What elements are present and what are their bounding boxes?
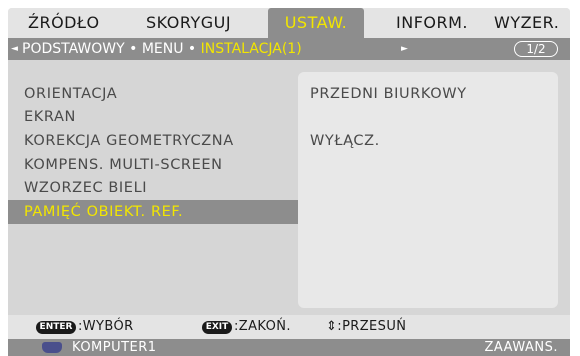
page-indicator: 1/2 xyxy=(514,41,558,57)
menu-body: ORIENTACJA EKRAN KOREKCJA GEOMETRYCZNA K… xyxy=(8,60,570,315)
projector-osd-menu: ŹRÓDŁO SKORYGUJ USTAW. INFORM. WYZER. ◄ … xyxy=(8,8,570,356)
menu-item-kompens-multi-screen[interactable]: KOMPENS. MULTI-SCREEN xyxy=(24,154,223,176)
monitor-icon xyxy=(42,342,62,353)
menu-tabs: ŹRÓDŁO SKORYGUJ USTAW. INFORM. WYZER. xyxy=(8,8,570,38)
right-arrow-icon[interactable]: ► xyxy=(401,38,408,60)
menu-item-pamiec-obiekt-ref[interactable]: PAMIĘĆ OBIEKT. REF. xyxy=(24,201,183,223)
tab-ustaw[interactable]: USTAW. xyxy=(268,8,364,38)
breadcrumb-path: PODSTAWOWY • MENU • INSTALACJA(1) xyxy=(22,38,302,60)
value-panel xyxy=(298,72,558,308)
menu-item-ekran[interactable]: EKRAN xyxy=(24,106,76,128)
tab-skoryguj[interactable]: SKORYGUJ xyxy=(146,8,231,38)
tab-zrodlo[interactable]: ŹRÓDŁO xyxy=(28,8,100,38)
move-help-label: ⇕:PRZESUŃ xyxy=(326,319,407,334)
menu-item-korekcja-geometryczna[interactable]: KOREKCJA GEOMETRYCZNA xyxy=(24,130,234,152)
menu-mode-label: ZAAWANS. xyxy=(484,340,558,355)
menu-item-orientacja[interactable]: ORIENTACJA xyxy=(24,83,117,105)
breadcrumb: ◄ PODSTAWOWY • MENU • INSTALACJA(1) ► 1/… xyxy=(8,38,570,60)
enter-help-label: :WYBÓR xyxy=(78,319,134,334)
breadcrumb-current: INSTALACJA(1) xyxy=(200,41,302,57)
tab-inform[interactable]: INFORM. xyxy=(396,8,468,38)
breadcrumb-prefix: PODSTAWOWY • MENU • xyxy=(22,41,201,57)
exit-help-label: :ZAKOŃ. xyxy=(234,319,291,334)
source-label: KOMPUTER1 xyxy=(72,340,157,355)
menu-item-wzorzec-bieli[interactable]: WZORZEC BIELI xyxy=(24,177,147,199)
enter-key-icon: ENTER xyxy=(36,321,76,334)
value-orientacja: PRZEDNI BIURKOWY xyxy=(310,86,467,102)
value-korekcja-geometryczna: WYŁĄCZ. xyxy=(310,133,380,149)
tab-wyzer[interactable]: WYZER. xyxy=(494,8,559,38)
exit-key-icon: EXIT xyxy=(202,321,232,334)
left-arrow-icon[interactable]: ◄ xyxy=(11,38,18,60)
help-bar: ENTER :WYBÓR EXIT :ZAKOŃ. ⇕:PRZESUŃ xyxy=(8,315,570,339)
status-bar: KOMPUTER1 ZAAWANS. xyxy=(8,339,570,356)
